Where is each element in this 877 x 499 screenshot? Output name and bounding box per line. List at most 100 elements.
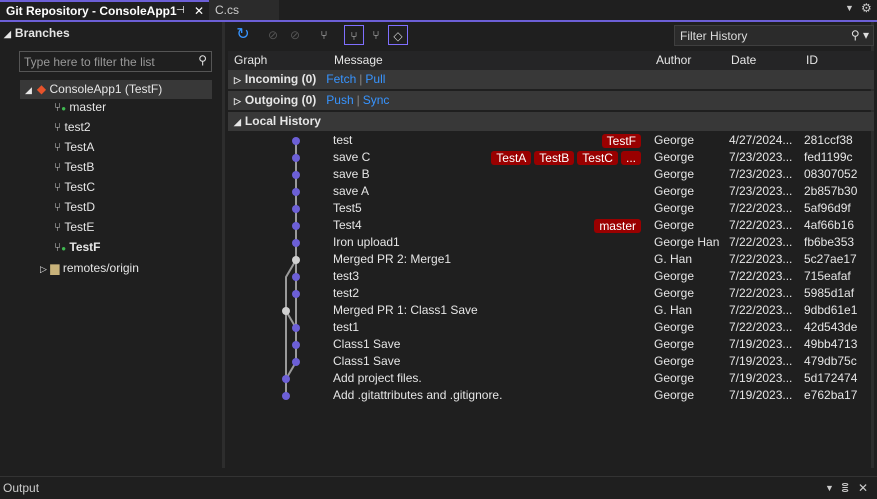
commit-author: George	[654, 150, 695, 164]
commit-message: Class1 Save	[333, 337, 401, 351]
branch-icon: ⑂	[54, 140, 62, 154]
branch-item[interactable]: ⑂ TestE	[54, 219, 94, 236]
commit-row[interactable]: Merged PR 2: Merge1 G. Han 7/22/2023... …	[228, 251, 874, 268]
commit-author: George	[654, 354, 695, 368]
folder-icon: ▆	[50, 261, 60, 275]
commit-author: George	[654, 286, 695, 300]
column-header: Graph Message Author Date ID	[228, 51, 874, 70]
commit-row[interactable]: test TestF George 4/27/2024... 281ccf38	[228, 132, 874, 149]
local-history-section[interactable]: ◢ Local History	[228, 112, 874, 131]
remotes-origin[interactable]: ▷ ▆ remotes/origin	[40, 260, 139, 277]
commit-row[interactable]: test1 George 7/22/2023... 42d543de	[228, 319, 874, 336]
tab-c-cs[interactable]: C.cs	[209, 0, 279, 20]
commit-author: George	[654, 337, 695, 351]
commit-date: 7/22/2023...	[729, 286, 793, 300]
local-branches-toggle-icon[interactable]: ⑂	[344, 25, 364, 45]
tab-git-repository[interactable]: Git Repository - ConsoleApp1 ⊣ ✕	[0, 0, 209, 20]
commit-row[interactable]: test3 George 7/22/2023... 715eafaf	[228, 268, 874, 285]
branch-tag[interactable]: master	[594, 219, 641, 233]
incoming-section[interactable]: ▷ Incoming (0) Fetch | Pull	[228, 70, 874, 89]
commit-row[interactable]: Add project files. George 7/19/2023... 5…	[228, 370, 874, 387]
commit-date: 7/22/2023...	[729, 235, 793, 249]
commit-message: Merged PR 1: Class1 Save	[333, 303, 478, 317]
pull-link[interactable]: Pull	[365, 72, 385, 86]
fetch-link[interactable]: Fetch	[326, 72, 356, 86]
col-date[interactable]: Date	[731, 51, 756, 70]
output-title[interactable]: Output	[3, 481, 39, 495]
tracking-icon: ●	[61, 104, 67, 113]
commit-row[interactable]: Add .gitattributes and .gitignore. Georg…	[228, 387, 874, 404]
search-dropdown-icon[interactable]: ⚲ ▾	[851, 28, 869, 42]
branch-filter-input[interactable]: Type here to filter the list ⚲	[19, 51, 212, 72]
commit-row[interactable]: save B George 7/23/2023... 08307052	[228, 166, 874, 183]
commit-tags: TestA TestB TestC...	[488, 150, 641, 167]
branch-icon: ⑂	[54, 160, 62, 174]
push-link[interactable]: Push	[326, 93, 353, 107]
commit-row[interactable]: Class1 Save George 7/19/2023... 479db75c	[228, 353, 874, 370]
branch-tag[interactable]: TestF	[601, 134, 641, 148]
col-author[interactable]: Author	[656, 51, 691, 70]
commit-author: G. Han	[654, 252, 693, 266]
commit-message: test3	[333, 269, 360, 283]
close-icon[interactable]: ✕	[858, 477, 868, 499]
dropdown-icon[interactable]: ▼	[845, 3, 854, 13]
branch-item[interactable]: ⑂● master	[54, 99, 106, 116]
commit-message: Add project files.	[333, 371, 422, 385]
branch-item[interactable]: ⑂ TestB	[54, 159, 94, 176]
commit-row[interactable]: save C TestA TestB TestC... George 7/23/20…	[228, 149, 874, 166]
branch-tag[interactable]: TestC	[577, 151, 618, 165]
branch-item[interactable]: ⑂ TestD	[54, 199, 95, 216]
pin-icon[interactable]: ⴻ	[841, 477, 849, 499]
commit-id: 49bb4713	[804, 337, 858, 351]
branch-item[interactable]: ⑂ TestC	[54, 179, 95, 196]
col-graph[interactable]: Graph	[234, 51, 267, 70]
commit-row[interactable]: save A George 7/23/2023... 2b857b30	[228, 183, 874, 200]
pull-icon[interactable]: ⊘	[285, 25, 305, 45]
dropdown-icon[interactable]: ▼	[825, 477, 834, 499]
close-icon[interactable]: ✕	[194, 2, 204, 20]
branch-item[interactable]: ⑂● TestF	[54, 239, 101, 256]
outgoing-section[interactable]: ▷ Outgoing (0) Push | Sync	[228, 91, 874, 110]
commit-row[interactable]: Merged PR 1: Class1 Save G. Han 7/22/202…	[228, 302, 874, 319]
gear-icon[interactable]: ⚙	[861, 1, 872, 15]
commit-tags: TestF	[599, 133, 641, 150]
branch-graph-icon[interactable]: ⑂	[314, 25, 334, 45]
tags-toggle-icon[interactable]: ◇	[388, 25, 408, 45]
commit-message: Iron upload1	[333, 235, 400, 249]
branch-item[interactable]: ⑂ test2	[54, 119, 91, 136]
sync-link[interactable]: Sync	[363, 93, 390, 107]
commit-date: 7/22/2023...	[729, 269, 793, 283]
pin-icon[interactable]: ⊣	[176, 2, 185, 20]
commit-id: 5af96d9f	[804, 201, 851, 215]
commit-row[interactable]: Iron upload1 George Han 7/22/2023... fb6…	[228, 234, 874, 251]
remote-branches-toggle-icon[interactable]: ⑂	[366, 25, 386, 45]
commit-message: test1	[333, 320, 360, 334]
commit-date: 7/22/2023...	[729, 303, 793, 317]
history-panel: ↻ ⊘ ⊘ ⑂ ⑂ ⑂ ◇ Filter History ⚲ ▾ Graph M…	[228, 22, 874, 468]
commit-id: 5c27ae17	[804, 252, 857, 266]
commit-author: G. Han	[654, 303, 693, 317]
refresh-icon[interactable]: ↻	[233, 25, 253, 45]
col-id[interactable]: ID	[806, 51, 818, 70]
filter-history-input[interactable]: Filter History ⚲ ▾	[674, 25, 874, 46]
commit-row[interactable]: Test4 master George 7/22/2023... 4af66b1…	[228, 217, 874, 234]
commit-id: 715eafaf	[804, 269, 851, 283]
commit-tags: master	[591, 218, 641, 235]
commit-author: George	[654, 167, 695, 181]
commit-row[interactable]: Class1 Save George 7/19/2023... 49bb4713	[228, 336, 874, 353]
commit-row[interactable]: test2 George 7/22/2023... 5985d1af	[228, 285, 874, 302]
commit-message: test2	[333, 286, 360, 300]
branches-header[interactable]: ◢ Branches	[4, 25, 70, 42]
branch-item[interactable]: ⑂ TestA	[54, 139, 94, 156]
commit-row[interactable]: Test5 George 7/22/2023... 5af96d9f	[228, 200, 874, 217]
fetch-icon[interactable]: ⊘	[263, 25, 283, 45]
commit-author: George Han	[654, 235, 720, 249]
branch-tag[interactable]: TestB	[534, 151, 575, 165]
commit-date: 7/19/2023...	[729, 337, 793, 351]
commit-id: e762ba17	[804, 388, 858, 402]
tracking-icon: ●	[61, 244, 67, 253]
repo-node[interactable]: ◢ ◆ ConsoleApp1 (TestF)	[20, 80, 212, 99]
branch-tag[interactable]: TestA	[491, 151, 532, 165]
branch-tag[interactable]: ...	[620, 151, 641, 165]
col-message[interactable]: Message	[334, 51, 383, 70]
